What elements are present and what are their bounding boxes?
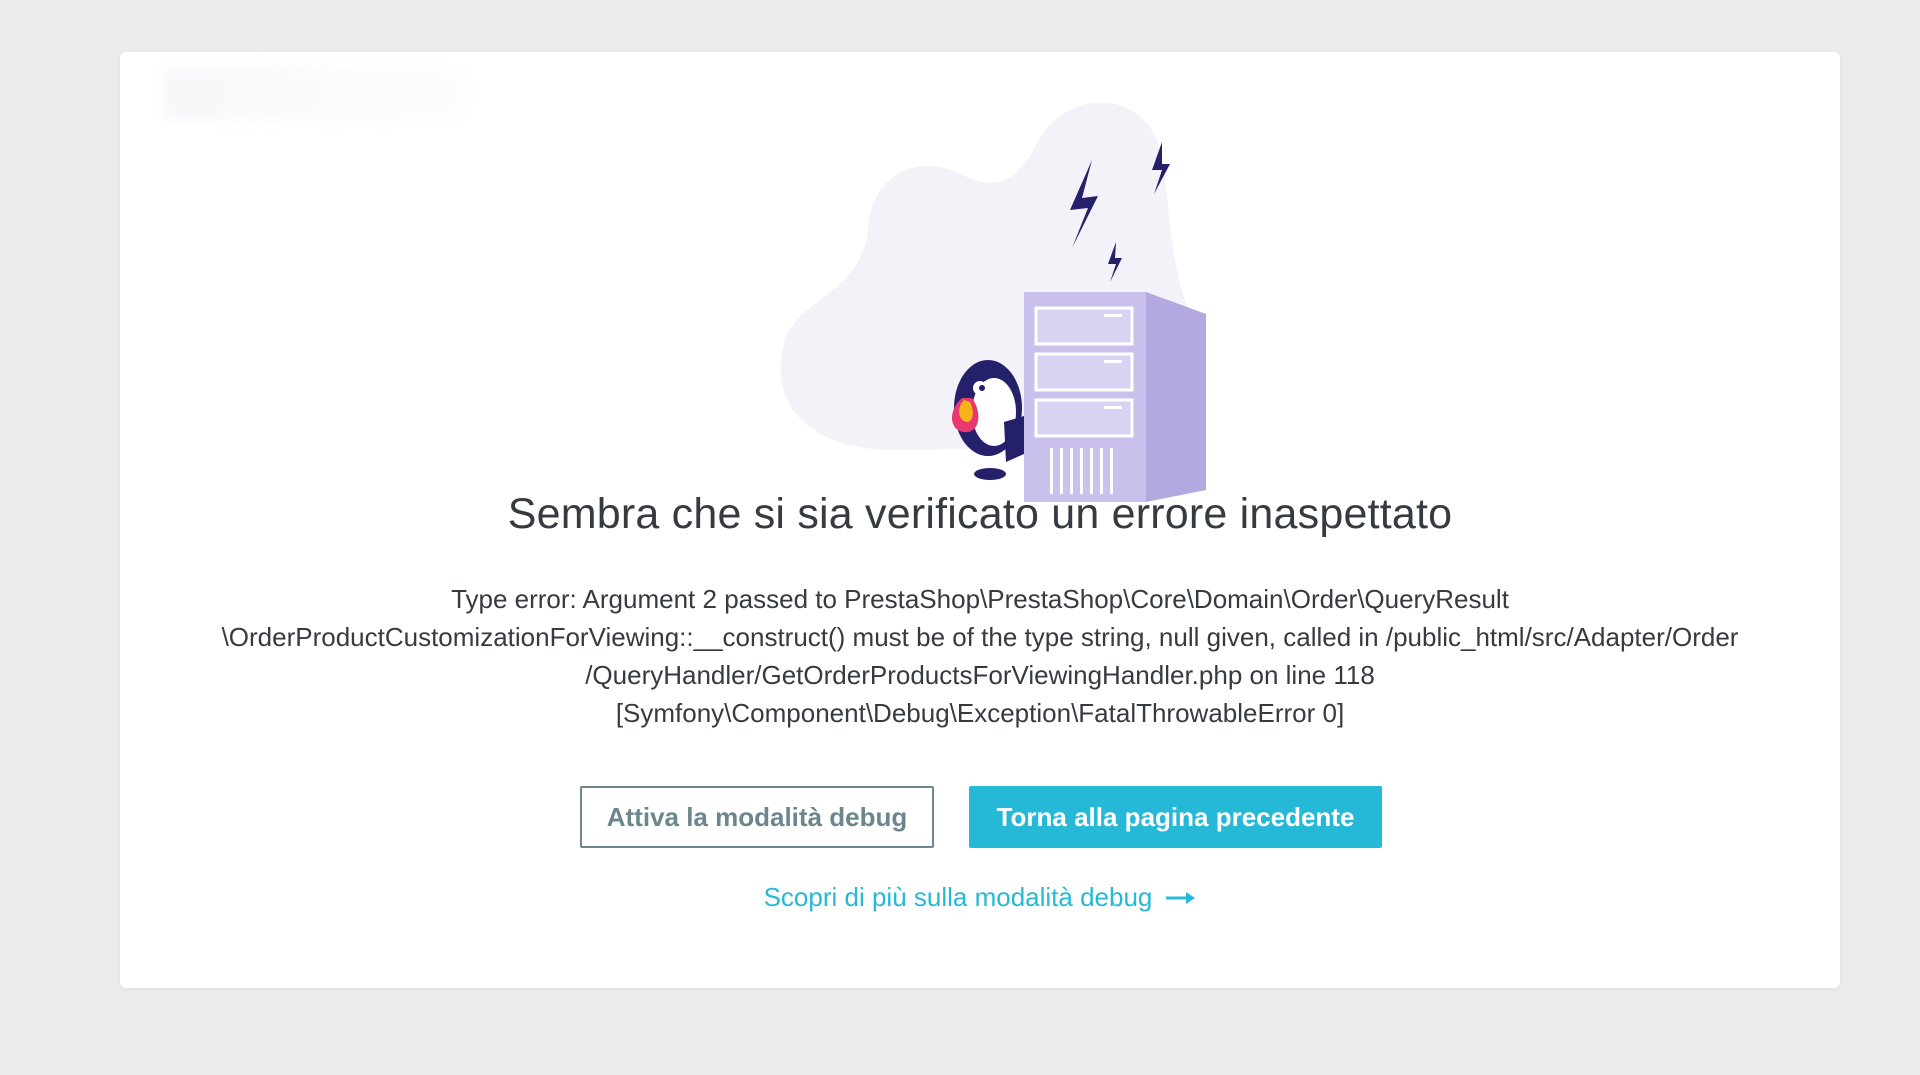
error-line: [Symfony\Component\Debug\Exception\Fatal… — [615, 698, 1345, 728]
server-error-illustration — [780, 102, 1206, 502]
enable-debug-button[interactable]: Attiva la modalità debug — [580, 786, 934, 848]
error-line: /QueryHandler/GetOrderProductsForViewing… — [585, 660, 1375, 690]
error-line: Type error: Argument 2 passed to PrestaS… — [451, 584, 1509, 614]
server-side — [1146, 292, 1206, 502]
error-card: Sembra che si sia verificato un errore i… — [120, 52, 1840, 988]
learn-debug-link-label: Scopri di più sulla modalità debug — [763, 882, 1153, 912]
puffin-mascot — [951, 360, 1024, 480]
drive-bay-1 — [1034, 306, 1134, 346]
drive-bay-2 — [1034, 352, 1134, 392]
learn-debug-link[interactable]: Scopri di più sulla modalità debug — [120, 882, 1840, 913]
page-title: Sembra che si sia verificato un errore i… — [507, 490, 1453, 538]
back-button[interactable]: Torna alla pagina precedente — [969, 786, 1382, 848]
blurred-logo — [164, 68, 464, 120]
error-message: Type error: Argument 2 passed to PrestaS… — [180, 580, 1780, 732]
arrow-right-icon — [1166, 891, 1196, 904]
error-line: \OrderProductCustomizationForViewing::__… — [221, 622, 1739, 652]
drive-bay-3 — [1034, 398, 1134, 438]
